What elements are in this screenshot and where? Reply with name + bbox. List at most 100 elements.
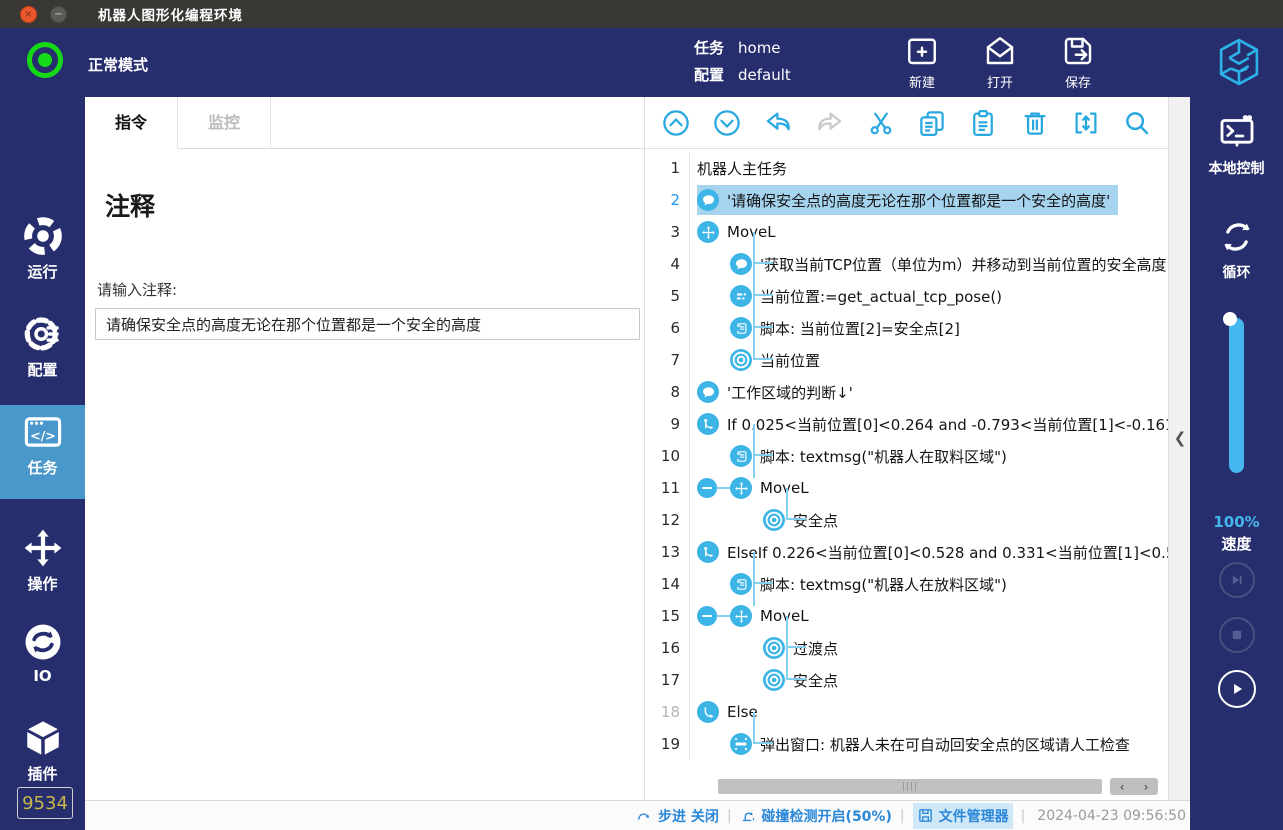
new-button[interactable]: 新建 <box>886 33 958 91</box>
sidebar-item-io[interactable]: IO <box>0 615 85 709</box>
sidebar-item-label: IO <box>0 667 85 685</box>
comment-input[interactable] <box>95 308 640 340</box>
movel-icon <box>730 605 752 627</box>
else-icon <box>697 701 719 723</box>
task-icon: </> <box>0 411 85 453</box>
tree-row: 18 Else <box>645 696 1168 728</box>
movel-icon <box>697 221 719 243</box>
script-icon <box>730 573 752 595</box>
undo-button[interactable] <box>762 107 794 139</box>
sidebar-item-label: 运行 <box>0 261 85 282</box>
move-up-button[interactable] <box>660 107 692 139</box>
line-number: 16 <box>645 632 690 664</box>
tree-row: 14 脚本: textmsg("机器人在放料区域") <box>645 568 1168 600</box>
local-control-button[interactable]: 本地控制 <box>1190 113 1283 178</box>
tree-row: 7 当前位置 <box>645 344 1168 376</box>
speed-label: 速度 <box>1190 533 1283 554</box>
line-number: 17 <box>645 664 690 696</box>
move-down-button[interactable] <box>711 107 743 139</box>
horizontal-scrollbar[interactable] <box>718 779 1102 794</box>
tree-connector <box>753 296 773 328</box>
instruction-panel: 指令 监控 注释 请输入注释: <box>85 97 645 800</box>
line-number: 18 <box>645 696 690 728</box>
line-number: 12 <box>645 504 690 536</box>
loop-icon <box>1190 217 1283 257</box>
stop-button[interactable] <box>1219 617 1255 653</box>
open-button-label: 打开 <box>964 72 1036 91</box>
line-number: 5 <box>645 280 690 312</box>
node-main-task[interactable]: 机器人主任务 <box>697 154 795 183</box>
script-icon <box>730 445 752 467</box>
collapse-toggle-icon[interactable] <box>697 478 717 498</box>
task-value: home <box>738 35 781 62</box>
delete-button[interactable] <box>1019 107 1051 139</box>
node-popup[interactable]: 弹出窗口: 机器人未在可自动回安全点的区域请人工检查 <box>730 729 1138 759</box>
status-bar: 步进 关闭 | 碰撞检测开启(50%) | 文件管理器 | 2024-04-23… <box>85 800 1190 830</box>
search-button[interactable] <box>1121 107 1153 139</box>
tree-row: 5 当前位置:=get_actual_tcp_pose() <box>645 280 1168 312</box>
scroll-left-icon[interactable]: ‹ <box>1120 780 1125 794</box>
line-number: 2 <box>645 184 690 216</box>
tab-instruction[interactable]: 指令 <box>85 97 178 149</box>
open-button[interactable]: 打开 <box>964 33 1036 91</box>
play-button[interactable] <box>1218 670 1256 708</box>
line-number: 10 <box>645 440 690 472</box>
collision-detection-status[interactable]: 碰撞检测开启(50%) <box>740 806 892 826</box>
collapse-toggle-icon[interactable] <box>697 606 717 626</box>
node-waypoint[interactable]: 当前位置 <box>730 345 828 375</box>
collapse-panel-icon[interactable]: ❮ <box>1169 429 1191 447</box>
tree-row: 11 MoveL <box>645 472 1168 504</box>
paste-button[interactable] <box>967 107 999 139</box>
copy-button[interactable] <box>916 107 948 139</box>
tab-monitor[interactable]: 监控 <box>178 97 271 149</box>
tree-connector <box>753 264 773 296</box>
line-number: 11 <box>645 472 690 504</box>
config-label: 配置 <box>694 62 724 89</box>
speed-slider-track[interactable] <box>1229 318 1244 473</box>
window-minimize-button[interactable]: − <box>50 6 67 23</box>
speed-slider-handle[interactable] <box>1223 312 1237 326</box>
line-number: 3 <box>645 216 690 248</box>
window-close-button[interactable]: × <box>20 6 37 23</box>
loop-button[interactable]: 循环 <box>1190 217 1283 282</box>
plugin-icon <box>0 717 85 759</box>
tree-connector <box>753 712 773 744</box>
step-forward-button[interactable] <box>1219 562 1255 598</box>
line-number: 14 <box>645 568 690 600</box>
node-comment[interactable]: '请确保安全点的高度无论在那个位置都是一个安全的高度' <box>697 185 1118 215</box>
run-icon <box>0 215 85 257</box>
file-manager-button[interactable]: 文件管理器 <box>913 803 1013 829</box>
scroll-right-icon[interactable]: › <box>1144 780 1149 794</box>
redo-button[interactable] <box>814 107 846 139</box>
waypoint-icon <box>730 349 752 371</box>
tree-connector <box>786 616 806 648</box>
new-button-label: 新建 <box>886 72 958 91</box>
tree-connector <box>753 456 755 478</box>
node-comment[interactable]: '工作区域的判断↓' <box>697 377 861 407</box>
node-comment[interactable]: '获取当前TCP位置（单位为m）并移动到当前位置的安全高度 <box>730 249 1175 279</box>
sidebar-item-task[interactable]: </> 任务 <box>0 405 85 499</box>
tree-row: 3 MoveL <box>645 216 1168 248</box>
tree-connector <box>717 615 730 617</box>
comment-input-label: 请输入注释: <box>97 279 644 300</box>
step-mode-toggle[interactable]: 步进 关闭 <box>636 806 719 826</box>
tree-connector <box>753 328 773 360</box>
task-label: 任务 <box>694 35 724 62</box>
line-number: 6 <box>645 312 690 344</box>
line-number: 15 <box>645 600 690 632</box>
line-number: 1 <box>645 152 690 184</box>
settings-icon <box>0 313 85 355</box>
sidebar-item-config[interactable]: 配置 <box>0 307 85 401</box>
save-icon <box>1042 33 1114 69</box>
tree-row: 2 '请确保安全点的高度无论在那个位置都是一个安全的高度' <box>645 184 1168 216</box>
save-button[interactable]: 保存 <box>1042 33 1114 91</box>
sidebar-item-operate[interactable]: 操作 <box>0 521 85 615</box>
tree-row: 13 ElseIf 0.226<当前位置[0]<0.528 and 0.331<… <box>645 536 1168 568</box>
tree-row: 17 安全点 <box>645 664 1168 696</box>
sidebar-item-run[interactable]: 运行 <box>0 209 85 303</box>
scroll-arrow-buttons[interactable]: ‹ › <box>1110 778 1158 795</box>
comment-icon <box>697 189 719 211</box>
mode-label: 正常模式 <box>88 54 148 75</box>
cut-button[interactable] <box>865 107 897 139</box>
expand-collapse-button[interactable] <box>1070 107 1102 139</box>
